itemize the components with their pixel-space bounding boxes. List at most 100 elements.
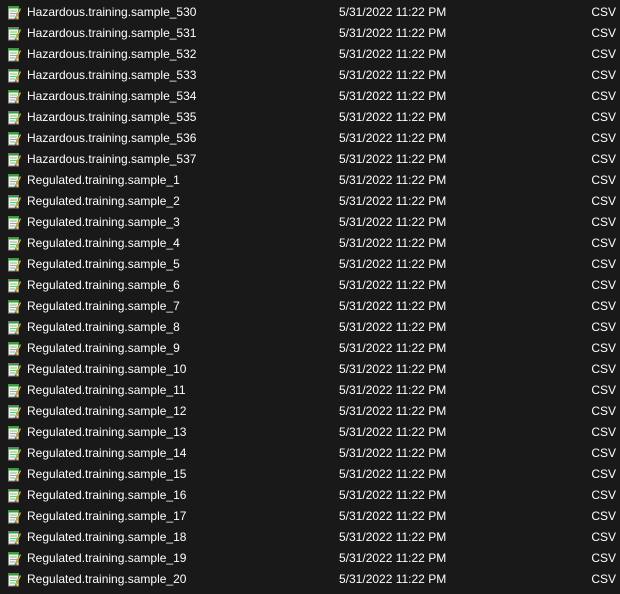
csv-file-icon <box>7 299 22 314</box>
file-name: Regulated.training.sample_17 <box>27 509 187 523</box>
file-date-modified: 5/31/2022 11:22 PM <box>339 26 447 40</box>
file-date-modified: 5/31/2022 11:22 PM <box>339 278 447 292</box>
file-row[interactable]: Regulated.training.sample_7 5/31/2022 11… <box>0 296 620 317</box>
file-name: Regulated.training.sample_13 <box>27 425 187 439</box>
file-type: CSV <box>591 404 616 418</box>
csv-file-icon <box>7 509 22 524</box>
file-row[interactable]: Hazardous.training.sample_536 5/31/2022 … <box>0 128 620 149</box>
file-row[interactable]: Hazardous.training.sample_531 5/31/2022 … <box>0 23 620 44</box>
file-name: Regulated.training.sample_1 <box>27 173 180 187</box>
csv-file-icon <box>7 320 22 335</box>
file-date-modified: 5/31/2022 11:22 PM <box>339 194 447 208</box>
csv-file-icon <box>7 425 22 440</box>
csv-file-icon <box>7 257 22 272</box>
file-name: Regulated.training.sample_2 <box>27 194 180 208</box>
file-row[interactable]: Regulated.training.sample_10 5/31/2022 1… <box>0 359 620 380</box>
file-name: Regulated.training.sample_12 <box>27 404 187 418</box>
file-date-modified: 5/31/2022 11:22 PM <box>339 383 447 397</box>
file-name: Regulated.training.sample_4 <box>27 236 180 250</box>
file-date-modified: 5/31/2022 11:22 PM <box>339 89 447 103</box>
csv-file-icon <box>7 236 22 251</box>
file-date-modified: 5/31/2022 11:22 PM <box>339 341 447 355</box>
csv-file-icon <box>7 47 22 62</box>
file-type: CSV <box>591 551 616 565</box>
file-type: CSV <box>591 320 616 334</box>
file-name: Regulated.training.sample_7 <box>27 299 180 313</box>
file-row[interactable]: Regulated.training.sample_17 5/31/2022 1… <box>0 506 620 527</box>
file-row[interactable]: Hazardous.training.sample_530 5/31/2022 … <box>0 2 620 23</box>
file-date-modified: 5/31/2022 11:22 PM <box>339 257 447 271</box>
file-row[interactable]: Regulated.training.sample_1 5/31/2022 11… <box>0 170 620 191</box>
file-name: Regulated.training.sample_10 <box>27 362 187 376</box>
file-row[interactable]: Regulated.training.sample_6 5/31/2022 11… <box>0 275 620 296</box>
file-row[interactable]: Regulated.training.sample_8 5/31/2022 11… <box>0 317 620 338</box>
file-name: Regulated.training.sample_16 <box>27 488 187 502</box>
file-type: CSV <box>591 47 616 61</box>
file-row[interactable]: Regulated.training.sample_19 5/31/2022 1… <box>0 548 620 569</box>
file-name: Regulated.training.sample_14 <box>27 446 187 460</box>
file-row[interactable]: Regulated.training.sample_13 5/31/2022 1… <box>0 422 620 443</box>
file-type: CSV <box>591 110 616 124</box>
file-row[interactable]: Hazardous.training.sample_537 5/31/2022 … <box>0 149 620 170</box>
file-type: CSV <box>591 467 616 481</box>
file-row[interactable]: Regulated.training.sample_9 5/31/2022 11… <box>0 338 620 359</box>
file-row[interactable]: Regulated.training.sample_12 5/31/2022 1… <box>0 401 620 422</box>
file-list: Hazardous.training.sample_530 5/31/2022 … <box>0 0 620 590</box>
file-name: Hazardous.training.sample_531 <box>27 26 197 40</box>
file-date-modified: 5/31/2022 11:22 PM <box>339 425 447 439</box>
file-date-modified: 5/31/2022 11:22 PM <box>339 551 447 565</box>
file-type: CSV <box>591 362 616 376</box>
file-row[interactable]: Regulated.training.sample_2 5/31/2022 11… <box>0 191 620 212</box>
file-date-modified: 5/31/2022 11:22 PM <box>339 362 447 376</box>
file-date-modified: 5/31/2022 11:22 PM <box>339 68 447 82</box>
csv-file-icon <box>7 173 22 188</box>
csv-file-icon <box>7 215 22 230</box>
file-row[interactable]: Hazardous.training.sample_532 5/31/2022 … <box>0 44 620 65</box>
file-date-modified: 5/31/2022 11:22 PM <box>339 320 447 334</box>
csv-file-icon <box>7 446 22 461</box>
file-row[interactable]: Regulated.training.sample_20 5/31/2022 1… <box>0 569 620 590</box>
file-row[interactable]: Regulated.training.sample_14 5/31/2022 1… <box>0 443 620 464</box>
csv-file-icon <box>7 194 22 209</box>
file-date-modified: 5/31/2022 11:22 PM <box>339 446 447 460</box>
file-date-modified: 5/31/2022 11:22 PM <box>339 47 447 61</box>
file-type: CSV <box>591 257 616 271</box>
file-type: CSV <box>591 278 616 292</box>
file-type: CSV <box>591 89 616 103</box>
file-row[interactable]: Hazardous.training.sample_535 5/31/2022 … <box>0 107 620 128</box>
csv-file-icon <box>7 26 22 41</box>
csv-file-icon <box>7 572 22 587</box>
file-row[interactable]: Hazardous.training.sample_533 5/31/2022 … <box>0 65 620 86</box>
file-row[interactable]: Regulated.training.sample_18 5/31/2022 1… <box>0 527 620 548</box>
file-date-modified: 5/31/2022 11:22 PM <box>339 236 447 250</box>
file-date-modified: 5/31/2022 11:22 PM <box>339 110 447 124</box>
csv-file-icon <box>7 530 22 545</box>
file-type: CSV <box>591 572 616 586</box>
file-type: CSV <box>591 173 616 187</box>
file-row[interactable]: Regulated.training.sample_5 5/31/2022 11… <box>0 254 620 275</box>
csv-file-icon <box>7 362 22 377</box>
file-name: Hazardous.training.sample_532 <box>27 47 197 61</box>
file-type: CSV <box>591 236 616 250</box>
file-row[interactable]: Hazardous.training.sample_534 5/31/2022 … <box>0 86 620 107</box>
file-row[interactable]: Regulated.training.sample_15 5/31/2022 1… <box>0 464 620 485</box>
file-row[interactable]: Regulated.training.sample_11 5/31/2022 1… <box>0 380 620 401</box>
file-date-modified: 5/31/2022 11:22 PM <box>339 215 447 229</box>
file-date-modified: 5/31/2022 11:22 PM <box>339 173 447 187</box>
file-date-modified: 5/31/2022 11:22 PM <box>339 572 447 586</box>
file-date-modified: 5/31/2022 11:22 PM <box>339 5 447 19</box>
file-type: CSV <box>591 299 616 313</box>
file-type: CSV <box>591 341 616 355</box>
file-name: Regulated.training.sample_20 <box>27 572 187 586</box>
file-name: Regulated.training.sample_19 <box>27 551 187 565</box>
file-type: CSV <box>591 26 616 40</box>
csv-file-icon <box>7 131 22 146</box>
csv-file-icon <box>7 68 22 83</box>
file-row[interactable]: Regulated.training.sample_16 5/31/2022 1… <box>0 485 620 506</box>
file-name: Hazardous.training.sample_535 <box>27 110 197 124</box>
file-name: Regulated.training.sample_11 <box>27 383 186 397</box>
csv-file-icon <box>7 278 22 293</box>
file-row[interactable]: Regulated.training.sample_4 5/31/2022 11… <box>0 233 620 254</box>
file-name: Hazardous.training.sample_534 <box>27 89 197 103</box>
file-row[interactable]: Regulated.training.sample_3 5/31/2022 11… <box>0 212 620 233</box>
